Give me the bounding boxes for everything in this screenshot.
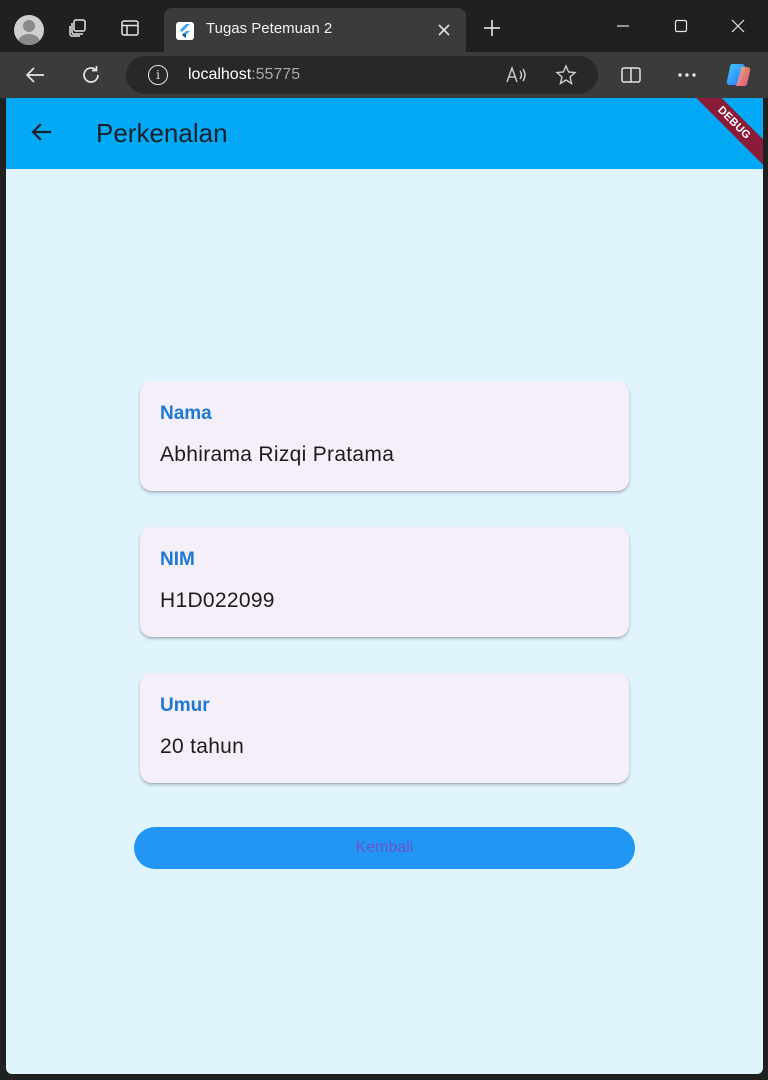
info-card-nama: Nama Abhirama Rizqi Pratama xyxy=(140,381,629,491)
refresh-button[interactable] xyxy=(74,58,108,92)
close-window-button[interactable] xyxy=(718,8,758,44)
app-bar: Perkenalan xyxy=(6,98,763,169)
card-label: Umur xyxy=(160,695,210,716)
card-value: 20 tahun xyxy=(160,735,245,758)
close-icon xyxy=(731,19,745,33)
info-card-nim: NIM H1D022099 xyxy=(140,527,629,637)
address-bar[interactable]: i localhost:55775 xyxy=(126,56,598,94)
new-tab-button[interactable] xyxy=(476,12,508,44)
tab-actions-icon[interactable] xyxy=(112,10,148,46)
card-value: H1D022099 xyxy=(160,589,275,612)
info-card-umur: Umur 20 tahun xyxy=(140,673,629,783)
minimize-icon xyxy=(617,25,629,27)
page-title: Perkenalan xyxy=(96,118,228,148)
browser-toolbar: i localhost:55775 xyxy=(0,52,768,98)
star-icon[interactable] xyxy=(554,63,578,87)
copilot-icon[interactable] xyxy=(722,58,756,92)
refresh-icon xyxy=(83,66,99,83)
browser-tab-strip: Tugas Petemuan 2 xyxy=(0,0,768,52)
tab-title: Tugas Petemuan 2 xyxy=(206,20,333,37)
workspaces-icon[interactable] xyxy=(60,10,96,46)
kembali-button[interactable]: Kembali xyxy=(134,827,635,869)
split-screen-icon[interactable] xyxy=(614,58,648,92)
card-label: Nama xyxy=(160,403,212,424)
browser-tab-active[interactable]: Tugas Petemuan 2 xyxy=(164,8,466,52)
read-aloud-icon[interactable] xyxy=(504,63,528,87)
plus-icon xyxy=(484,20,500,36)
maximize-button[interactable] xyxy=(661,8,701,44)
app-viewport: Perkenalan DEBUG Nama Abhirama Rizqi Pra… xyxy=(6,98,763,1074)
arrow-left-icon xyxy=(31,123,51,141)
arrow-left-icon xyxy=(25,67,44,83)
browser-back-button[interactable] xyxy=(18,58,52,92)
flutter-logo-icon xyxy=(176,22,194,40)
more-horizontal-icon[interactable] xyxy=(670,58,704,92)
url-text[interactable]: localhost:55775 xyxy=(188,66,300,84)
info-icon[interactable]: i xyxy=(148,65,168,85)
maximize-icon xyxy=(674,19,688,33)
card-label: NIM xyxy=(160,549,195,570)
card-value: Abhirama Rizqi Pratama xyxy=(160,443,395,466)
close-icon[interactable] xyxy=(432,18,456,42)
profile-avatar-icon[interactable] xyxy=(14,15,44,45)
minimize-button[interactable] xyxy=(603,8,643,44)
back-button[interactable] xyxy=(26,116,58,148)
